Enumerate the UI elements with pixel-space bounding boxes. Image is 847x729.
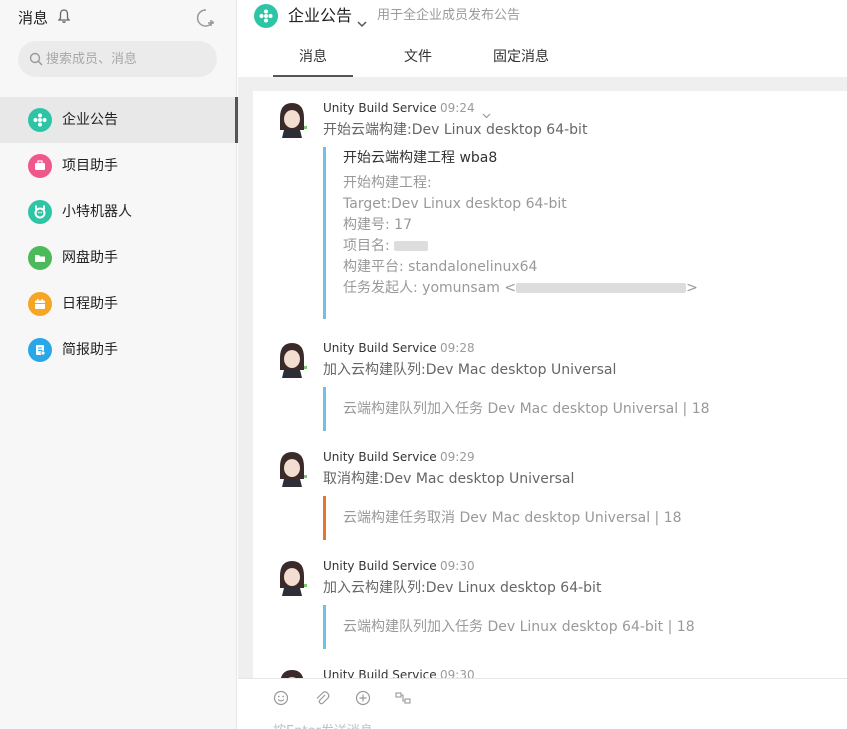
sidebar-header: 消息 <box>18 7 218 27</box>
add-icon[interactable] <box>355 690 373 708</box>
card-line-suffix: > <box>686 280 698 296</box>
channel-logo-icon <box>254 4 278 28</box>
avatar[interactable] <box>276 558 308 596</box>
message-time: 09:28 <box>440 341 475 355</box>
attachment-icon[interactable] <box>314 690 332 708</box>
message-time: 09:24 <box>440 101 475 115</box>
message-sender[interactable]: Unity Build Service <box>323 667 437 678</box>
conversation-list: 企业公告 项目助手 小特机器人 网盘助手 日程助手 简报助手 <box>0 97 238 373</box>
message-time: 09:30 <box>440 668 475 678</box>
redacted-value <box>394 241 429 251</box>
sidebar-title: 消息 <box>18 8 49 27</box>
announcement-icon <box>28 108 52 132</box>
tab-messages[interactable]: 消息 <box>273 40 353 77</box>
sidebar-item-cloud-drive[interactable]: 网盘助手 <box>0 235 237 281</box>
chevron-down-icon[interactable] <box>357 13 367 32</box>
composer-placeholder: 按Enter发送消息 <box>273 720 373 729</box>
app-window: 消息 企业公告 项目助手 <box>0 0 847 729</box>
message-sender[interactable]: Unity Build Service <box>323 340 437 356</box>
sidebar-item-label: 企业公告 <box>62 112 118 128</box>
card-line: 任务发起人: yomunsam < > <box>343 278 703 299</box>
emoji-icon[interactable] <box>273 690 291 708</box>
sidebar-item-label: 项目助手 <box>62 158 118 174</box>
message-card: 云端构建任务取消 Dev Mac desktop Universal | 18 <box>323 496 743 540</box>
card-line-label: 任务发起人: yomunsam < <box>343 280 517 296</box>
channel-description: 用于全企业成员发布公告 <box>377 8 521 23</box>
card-line-label: 项目名: <box>343 238 390 254</box>
message-item: Unity Build Service 09:28 加入云构建队列:Dev Ma… <box>253 340 847 440</box>
tab-pinned[interactable]: 固定消息 <box>486 40 556 77</box>
card-line: 云端构建队列加入任务 Dev Linux desktop 64-bit | 18 <box>343 619 695 635</box>
message-list-inner: Unity Build Service 09:24 开始云端构建:Dev Lin… <box>253 91 847 678</box>
message-title: 加入云构建队列:Dev Mac desktop Universal <box>323 362 617 378</box>
avatar[interactable] <box>276 667 308 678</box>
calendar-icon <box>28 292 52 316</box>
message-list[interactable]: Unity Build Service 09:24 开始云端构建:Dev Lin… <box>238 77 847 678</box>
project-icon <box>28 154 52 178</box>
message-item: Unity Build Service 09:29 取消构建:Dev Mac d… <box>253 449 847 549</box>
sidebar-item-label: 小特机器人 <box>62 204 132 220</box>
more-icon[interactable] <box>395 690 413 708</box>
message-title: 开始云端构建:Dev Linux desktop 64-bit <box>323 122 588 138</box>
message-time: 09:29 <box>440 450 475 464</box>
message-item: Unity Build Service 09:30 <box>253 667 847 678</box>
search-input[interactable] <box>46 41 211 77</box>
sidebar-item-label: 简报助手 <box>62 342 118 358</box>
sidebar-item-schedule[interactable]: 日程助手 <box>0 281 237 327</box>
main-panel: 企业公告 用于全企业成员发布公告 消息 文件 固定消息 Unity Build … <box>238 0 847 729</box>
avatar[interactable] <box>276 340 308 378</box>
sidebar-item-announcement[interactable]: 企业公告 <box>0 97 238 143</box>
card-line: 云端构建队列加入任务 Dev Mac desktop Universal | 1… <box>343 401 710 417</box>
message-sender[interactable]: Unity Build Service <box>323 100 437 116</box>
folder-icon <box>28 246 52 270</box>
avatar[interactable] <box>276 100 308 138</box>
message-item: Unity Build Service 09:24 开始云端构建:Dev Lin… <box>253 100 847 330</box>
sidebar-item-label: 日程助手 <box>62 296 118 312</box>
message-composer[interactable]: 按Enter发送消息 <box>238 678 847 729</box>
redacted-value <box>516 283 687 293</box>
card-line: 云端构建任务取消 Dev Mac desktop Universal | 18 <box>343 510 682 526</box>
message-time: 09:30 <box>440 559 475 573</box>
card-line: Target:Dev Linux desktop 64-bit <box>343 196 567 212</box>
card-line: 构建号: 17 <box>343 217 412 233</box>
message-card: 开始云端构建工程 wba8 开始构建工程: Target:Dev Linux d… <box>323 147 703 319</box>
channel-header: 企业公告 用于全企业成员发布公告 <box>238 0 847 34</box>
sidebar-item-robot[interactable]: 小特机器人 <box>0 189 237 235</box>
sidebar-item-label: 网盘助手 <box>62 250 118 266</box>
message-card: 云端构建队列加入任务 Dev Linux desktop 64-bit | 18 <box>323 605 743 649</box>
sidebar-item-report[interactable]: 简报助手 <box>0 327 237 373</box>
new-chat-icon[interactable] <box>196 8 216 32</box>
sidebar-item-project[interactable]: 项目助手 <box>0 143 237 189</box>
channel-name[interactable]: 企业公告 <box>288 6 352 26</box>
message-title: 加入云构建队列:Dev Linux desktop 64-bit <box>323 580 602 596</box>
card-line: 项目名: <box>343 236 703 257</box>
channel-tabs: 消息 文件 固定消息 <box>238 40 847 77</box>
message-sender[interactable]: Unity Build Service <box>323 558 437 574</box>
card-heading: 开始云端构建工程 wba8 <box>343 150 498 166</box>
card-line: 开始构建工程: <box>343 175 432 191</box>
message-sender[interactable]: Unity Build Service <box>323 449 437 465</box>
sidebar: 消息 企业公告 项目助手 <box>0 0 238 729</box>
search-icon <box>29 51 43 70</box>
robot-icon <box>28 200 52 224</box>
card-line: 构建平台: standalonelinux64 <box>343 259 538 275</box>
message-title: 取消构建:Dev Mac desktop Universal <box>323 471 575 487</box>
message-item: Unity Build Service 09:30 加入云构建队列:Dev Li… <box>253 558 847 658</box>
tab-files[interactable]: 文件 <box>383 40 453 77</box>
avatar[interactable] <box>276 449 308 487</box>
message-card: 云端构建队列加入任务 Dev Mac desktop Universal | 1… <box>323 387 743 431</box>
report-icon <box>28 338 52 362</box>
search-box[interactable] <box>18 41 217 77</box>
bell-icon[interactable] <box>57 8 71 28</box>
